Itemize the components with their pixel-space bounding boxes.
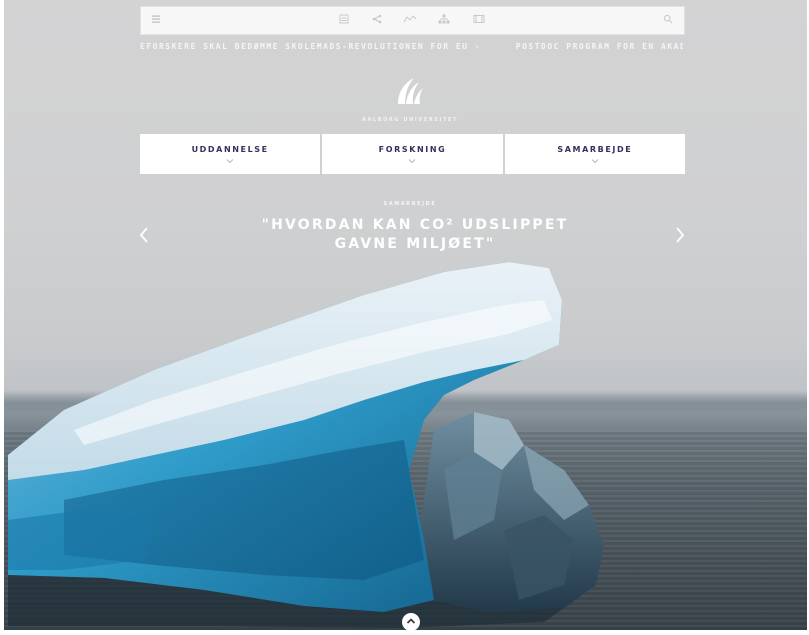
headline-line-2: GAVNE MILJØET" [334,236,496,252]
org-chart-icon[interactable] [438,14,450,26]
hero-headline[interactable]: "HVORDAN KAN CO² UDSLIPPET GAVNE MILJØET… [230,216,600,254]
share-icon[interactable] [372,14,382,26]
line-chart-icon[interactable] [403,14,417,26]
nav-item-samarbejde[interactable]: SAMARBEJDE [504,134,685,174]
chevron-left-icon[interactable] [138,224,150,246]
film-icon[interactable] [473,14,485,26]
chevron-down-icon [409,159,416,164]
top-toolbar [140,6,685,35]
aau-logo-icon[interactable] [392,74,426,108]
search-icon[interactable] [663,14,673,26]
nav-item-forskning[interactable]: FORSKNING [322,134,503,174]
ticker-item-1[interactable]: EFORSKERE SKAL BEDØMME SKOLEMADS-REVOLUT… [140,42,481,51]
chevron-down-icon [226,159,234,164]
list-icon[interactable] [339,14,349,26]
nav-item-label: UDDANNELSE [191,145,269,154]
chevron-up-icon [406,618,416,624]
nav-item-uddannelse[interactable]: UDDANNELSE [140,134,321,174]
hamburger-menu-icon[interactable] [151,14,161,26]
headline-line-1: "HVORDAN KAN CO² UDSLIPPET [261,217,569,233]
scroll-up-button[interactable] [402,613,420,631]
news-ticker: EFORSKERE SKAL BEDØMME SKOLEMADS-REVOLUT… [140,42,683,56]
main-nav: UDDANNELSE FORSKNING SAMARBEJDE [140,134,685,174]
ticker-item-2[interactable]: POSTDOC PROGRAM FOR EN AKADEMISK [516,42,683,51]
logo-text: AALBORG UNIVERSITET [361,117,459,123]
nav-item-label: FORSKNING [378,145,447,154]
chevron-right-icon[interactable] [674,224,686,246]
chevron-down-icon [591,159,599,164]
hero-kicker[interactable]: SAMARBEJDE [340,201,480,207]
nav-item-label: SAMARBEJDE [557,145,633,154]
